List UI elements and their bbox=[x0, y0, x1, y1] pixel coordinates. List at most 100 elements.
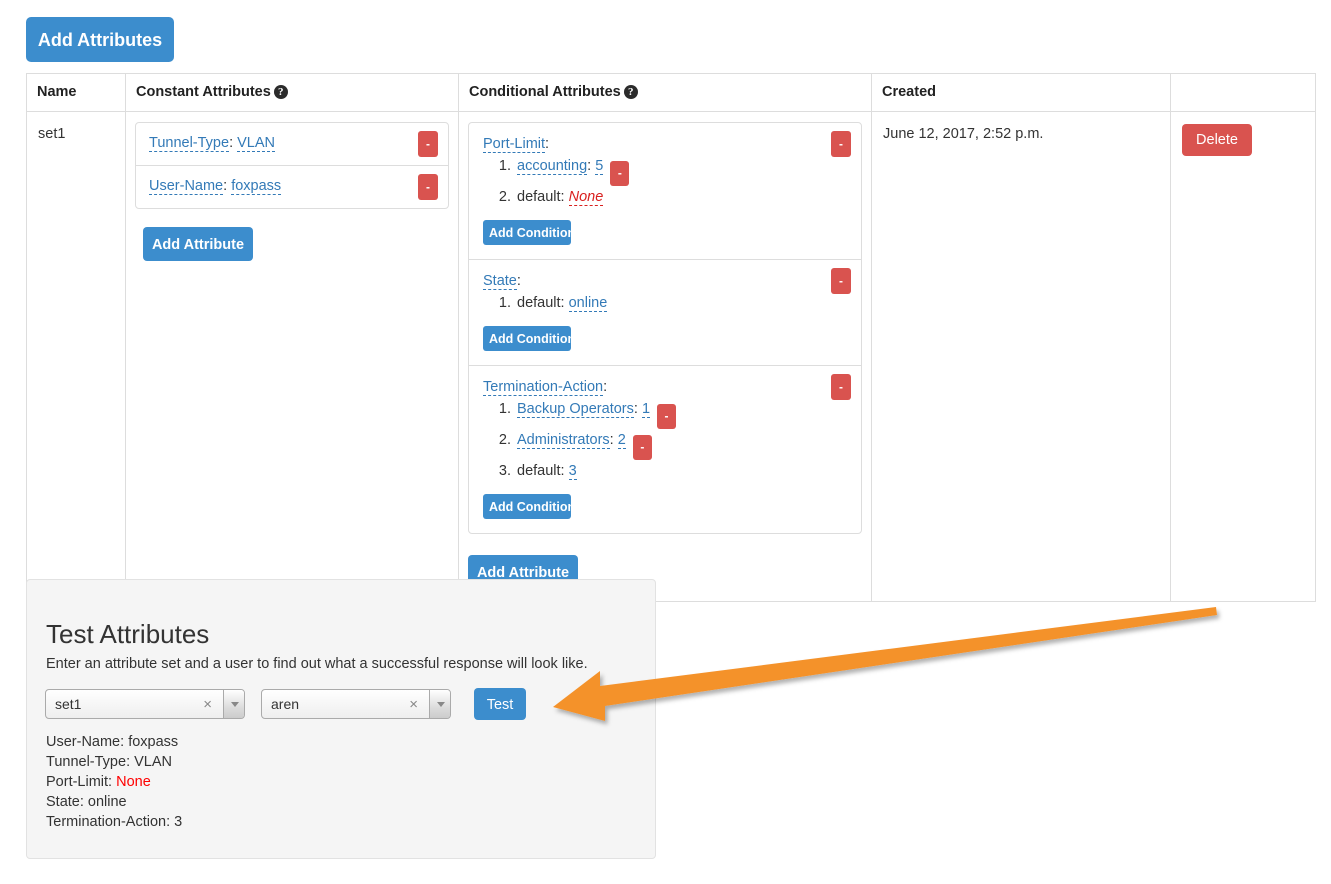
remove-condition-button[interactable]: - bbox=[633, 435, 652, 460]
constant-attribute-item: User-Name: foxpass- bbox=[136, 166, 448, 208]
separator-colon: : bbox=[603, 379, 607, 395]
conditional-attribute-name[interactable]: State bbox=[483, 273, 517, 290]
clear-icon-user[interactable]: × bbox=[409, 695, 418, 715]
test-results: User-Name: foxpassTunnel-Type: VLANPort-… bbox=[46, 732, 182, 832]
attribute-set-select[interactable]: set1 × bbox=[45, 689, 245, 719]
constant-attribute-value[interactable]: foxpass bbox=[231, 178, 281, 195]
separator-colon: : bbox=[561, 189, 569, 205]
remove-conditional-attribute-button[interactable]: - bbox=[831, 131, 851, 157]
column-header-created-label: Created bbox=[882, 84, 936, 100]
add-attributes-button[interactable]: Add Attributes bbox=[26, 17, 174, 62]
condition-list: default: online bbox=[483, 292, 849, 314]
conditional-attribute-item: Port-Limit:-accounting: 5 -default: None… bbox=[469, 123, 861, 260]
test-button[interactable]: Test bbox=[474, 688, 526, 720]
condition-item: default: None bbox=[515, 186, 849, 208]
set-name-value: set1 bbox=[38, 126, 65, 142]
remove-conditional-attribute-button[interactable]: - bbox=[831, 268, 851, 294]
condition-value[interactable]: 1 bbox=[642, 401, 650, 418]
condition-item: default: online bbox=[515, 292, 849, 314]
constant-attribute-value[interactable]: VLAN bbox=[237, 135, 275, 152]
cell-created: June 12, 2017, 2:52 p.m. bbox=[872, 112, 1171, 602]
test-result-line: User-Name: foxpass bbox=[46, 732, 182, 752]
test-result-value: 3 bbox=[174, 814, 182, 830]
created-timestamp: June 12, 2017, 2:52 p.m. bbox=[883, 126, 1043, 142]
condition-value[interactable]: 5 bbox=[595, 158, 603, 175]
attribute-set-select-value: set1 bbox=[55, 696, 81, 712]
conditional-attribute-title: State: bbox=[483, 271, 849, 291]
test-result-line: Port-Limit: None bbox=[46, 772, 182, 792]
constant-attributes-list: Tunnel-Type: VLAN-User-Name: foxpass- bbox=[135, 122, 449, 209]
separator-colon: : bbox=[108, 774, 116, 790]
separator-colon: : bbox=[120, 734, 128, 750]
condition-value[interactable]: None bbox=[569, 189, 604, 206]
add-attribute-button-constant[interactable]: Add Attribute bbox=[143, 227, 253, 261]
table-header-row: Name Constant Attributes? Conditional At… bbox=[27, 74, 1316, 112]
delete-button[interactable]: Delete bbox=[1182, 124, 1252, 156]
constant-attribute-key[interactable]: User-Name bbox=[149, 178, 223, 195]
test-panel-title: Test Attributes bbox=[46, 619, 209, 650]
column-header-conditional-attributes: Conditional Attributes? bbox=[459, 74, 872, 112]
remove-condition-button[interactable]: - bbox=[610, 161, 629, 186]
test-result-key: Termination-Action bbox=[46, 814, 166, 830]
test-panel-description: Enter an attribute set and a user to fin… bbox=[46, 656, 588, 672]
add-condition-button[interactable]: Add Condition bbox=[483, 220, 571, 245]
clear-icon-attribute-set[interactable]: × bbox=[203, 695, 212, 715]
cell-actions: Delete bbox=[1171, 112, 1316, 602]
conditional-attribute-name[interactable]: Port-Limit bbox=[483, 136, 545, 153]
separator-colon: : bbox=[561, 295, 569, 311]
chevron-down-icon-user[interactable] bbox=[429, 690, 450, 718]
condition-list: accounting: 5 -default: None bbox=[483, 155, 849, 208]
table-row: set1 Tunnel-Type: VLAN-User-Name: foxpas… bbox=[27, 112, 1316, 602]
condition-group-name[interactable]: accounting bbox=[517, 158, 587, 175]
attribute-sets-table: Name Constant Attributes? Conditional At… bbox=[26, 73, 1316, 602]
add-condition-button[interactable]: Add Condition bbox=[483, 494, 571, 519]
separator-colon: : bbox=[561, 463, 569, 479]
condition-value[interactable]: 3 bbox=[569, 463, 577, 480]
separator-colon: : bbox=[166, 814, 174, 830]
remove-constant-attribute-button[interactable]: - bbox=[418, 131, 438, 157]
help-icon-constant-attributes[interactable]: ? bbox=[274, 85, 288, 99]
condition-default-label: default bbox=[517, 189, 561, 205]
test-result-key: User-Name bbox=[46, 734, 120, 750]
test-result-key: State bbox=[46, 794, 80, 810]
separator-colon: : bbox=[229, 135, 237, 151]
cell-conditional-attributes: Port-Limit:-accounting: 5 -default: None… bbox=[459, 112, 872, 602]
column-header-constant-label: Constant Attributes bbox=[136, 84, 271, 100]
test-result-value: VLAN bbox=[134, 754, 172, 770]
separator-colon: : bbox=[634, 401, 642, 417]
cell-set-name: set1 bbox=[27, 112, 126, 602]
chevron-down-icon-attribute-set[interactable] bbox=[223, 690, 244, 718]
test-result-key: Port-Limit bbox=[46, 774, 108, 790]
constant-attribute-item: Tunnel-Type: VLAN - bbox=[136, 123, 448, 166]
separator-colon: : bbox=[610, 432, 618, 448]
conditional-attribute-title: Port-Limit: bbox=[483, 134, 849, 154]
conditional-attribute-name[interactable]: Termination-Action bbox=[483, 379, 603, 396]
condition-list: Backup Operators: 1 - Administrators: 2 -… bbox=[483, 398, 849, 482]
separator-colon: : bbox=[223, 178, 231, 194]
help-icon-conditional-attributes[interactable]: ? bbox=[624, 85, 638, 99]
cell-constant-attributes: Tunnel-Type: VLAN-User-Name: foxpass- Ad… bbox=[126, 112, 459, 602]
remove-conditional-attribute-button[interactable]: - bbox=[831, 374, 851, 400]
remove-condition-button[interactable]: - bbox=[657, 404, 676, 429]
add-condition-button[interactable]: Add Condition bbox=[483, 326, 571, 351]
conditional-attributes-list: Port-Limit:-accounting: 5 -default: None… bbox=[468, 122, 862, 534]
remove-constant-attribute-button[interactable]: - bbox=[418, 174, 438, 200]
condition-value[interactable]: 2 bbox=[618, 432, 626, 449]
conditional-attribute-title: Termination-Action: bbox=[483, 377, 849, 397]
test-result-value: online bbox=[88, 794, 127, 810]
separator-colon: : bbox=[587, 158, 595, 174]
constant-attribute-key[interactable]: Tunnel-Type bbox=[149, 135, 229, 152]
attribute-sets-page: Add Attributes Name Constant Attributes?… bbox=[0, 0, 1331, 884]
condition-default-label: default bbox=[517, 295, 561, 311]
separator-colon: : bbox=[126, 754, 134, 770]
user-select[interactable]: aren × bbox=[261, 689, 451, 719]
constant-attribute-line: User-Name: foxpass bbox=[149, 177, 436, 196]
condition-value[interactable]: online bbox=[569, 295, 608, 312]
condition-item: accounting: 5 - bbox=[515, 155, 849, 186]
test-result-value: foxpass bbox=[128, 734, 178, 750]
column-header-created: Created bbox=[872, 74, 1171, 112]
condition-group-name[interactable]: Backup Operators bbox=[517, 401, 634, 418]
column-header-conditional-label: Conditional Attributes bbox=[469, 84, 621, 100]
condition-group-name[interactable]: Administrators bbox=[517, 432, 610, 449]
test-result-line: State: online bbox=[46, 792, 182, 812]
